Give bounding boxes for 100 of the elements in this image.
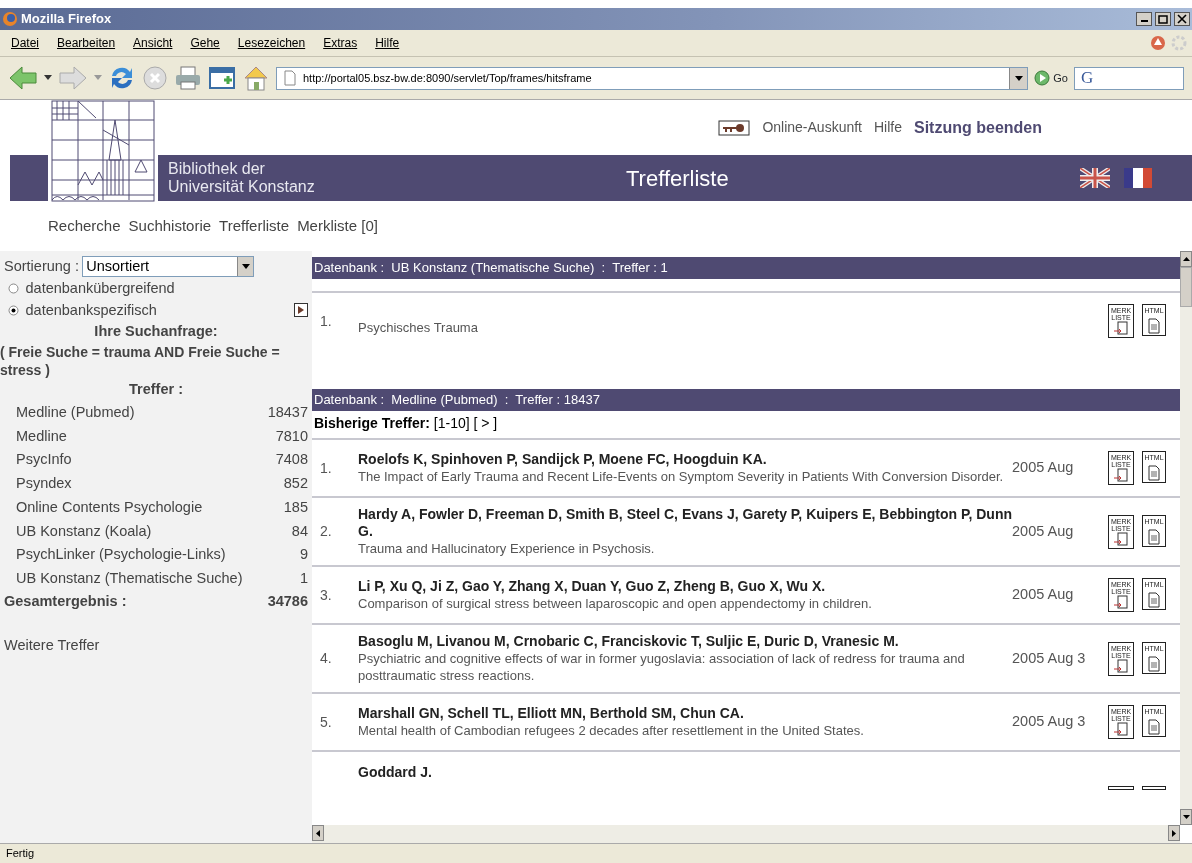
database-link[interactable]: PsycInfo — [16, 449, 72, 471]
more-hits-link[interactable]: Weitere Treffer — [4, 634, 308, 657]
radio-label: datenbankspezifisch — [25, 300, 157, 320]
database-link[interactable]: Medline (Pubmed) — [16, 401, 135, 424]
hit-count: 84 — [291, 521, 308, 541]
nav-link[interactable]: Merkliste [0] — [297, 214, 378, 238]
scroll-down-button[interactable] — [1180, 809, 1192, 825]
radio-button[interactable] — [8, 283, 19, 295]
hit-count: 9 — [299, 545, 308, 565]
new-window-icon[interactable] — [208, 65, 236, 91]
french-flag-icon[interactable] — [1124, 168, 1152, 188]
database-link[interactable]: UB Konstanz (Thematische Suche) — [16, 568, 243, 590]
search-field[interactable]: G — [1074, 66, 1184, 90]
database-link[interactable]: PsychLinker (Psychologie-Links) — [16, 544, 226, 566]
dropdown-caret-icon[interactable] — [44, 75, 52, 81]
query-heading: Ihre Suchanfrage: — [93, 322, 219, 342]
right-arrow-icon — [1172, 829, 1176, 837]
pager-label: Bisherige Treffer: — [314, 415, 430, 431]
pager-link[interactable]: [1-10] [ > ] — [433, 415, 498, 431]
database-header: Datenbank : Medline (Pubmed) : Treffer : 18437 — [312, 389, 1180, 411]
hit-number: 3. — [320, 585, 333, 605]
menu-item[interactable]: Lesezeichen — [228, 34, 315, 52]
hit-date: 2005 Aug — [1012, 585, 1075, 605]
hits-heading: Treffer : — [128, 380, 184, 399]
radio-button[interactable] — [8, 304, 19, 316]
caret-icon — [241, 264, 250, 270]
nav-link[interactable]: Suchhistorie — [128, 214, 212, 238]
hit-number: 1. — [320, 311, 333, 331]
library-name: Universität Konstanz — [168, 178, 316, 196]
hit-date: 2005 Aug — [1012, 458, 1075, 478]
menu-item[interactable]: Hilfe — [366, 34, 409, 52]
menu-item[interactable]: Bearbeiten — [48, 34, 125, 52]
nav-link[interactable]: Trefferliste — [219, 214, 290, 238]
window-title: Mozilla Firefox — [21, 10, 112, 29]
play-button[interactable] — [294, 303, 308, 318]
hit-date: 2005 Aug — [1012, 521, 1075, 541]
header-link[interactable]: Online-Auskunft — [762, 117, 862, 138]
hit-number: 4. — [320, 649, 333, 668]
search-query: ( Freie Suche = trauma AND Freie Suche = stress ) — [0, 343, 281, 379]
go-button[interactable]: Go — [1034, 69, 1068, 87]
hit-count: 1 — [299, 569, 308, 588]
key-icon — [718, 119, 751, 136]
hit-title[interactable]: Comparison of surgical stress between laparoscopic and open appendectomy in children. — [358, 595, 1012, 612]
logo-bar — [10, 155, 48, 201]
menu-item[interactable]: Extras — [314, 34, 367, 52]
close-button[interactable] — [1174, 12, 1190, 26]
hit-count: 852 — [283, 474, 308, 493]
hit-title[interactable]: Trauma and Hallucinatory Experience in Psychosis. — [358, 540, 1012, 557]
back-icon[interactable] — [8, 65, 38, 91]
minimize-icon — [1140, 20, 1148, 22]
database-link[interactable]: Online Contents Psychologie — [16, 496, 203, 519]
hit-title[interactable]: Mental health of Cambodian refugees 2 decades after resettlement in the United States. — [358, 722, 1012, 739]
library-name: Bibliothek der — [168, 160, 266, 178]
total-count: 34786 — [267, 591, 308, 611]
status-text: Fertig — [0, 843, 1192, 863]
hit-authors: Marshall GN, Schell TL, Elliott MN, Berthold SM, Chun CA. — [358, 705, 745, 722]
menu-item[interactable]: Ansicht — [124, 34, 182, 52]
down-arrow-icon — [1182, 815, 1190, 819]
minimize-button[interactable] — [1136, 12, 1152, 26]
page-icon — [283, 70, 297, 86]
close-icon — [1176, 13, 1188, 25]
database-link[interactable]: Psyndex — [16, 473, 72, 495]
address-field[interactable]: http://portal05.bsz-bw.de:8090/servlet/Top/frames/hitsframe — [276, 66, 1029, 90]
printer-icon[interactable] — [174, 65, 202, 91]
left-arrow-icon — [316, 829, 320, 837]
menu-item[interactable]: Datei — [2, 34, 48, 52]
total-label: Gesamtergebnis : — [4, 591, 127, 611]
update-icon[interactable] — [1150, 35, 1166, 51]
database-link[interactable]: UB Konstanz (Koala) — [16, 520, 152, 543]
database-link[interactable]: Medline — [16, 425, 67, 448]
uk-flag-icon[interactable] — [1080, 168, 1110, 188]
radio-label: datenbankübergreifend — [25, 278, 175, 298]
hit-authors: Li P, Xu Q, Ji Z, Gao Y, Zhang X, Duan Y, Guo Z, Zheng B, Guo X, Wu X. — [358, 578, 827, 595]
home-icon[interactable] — [242, 64, 270, 92]
throbber-icon — [1170, 34, 1188, 52]
database-header: Datenbank : UB Konstanz (Thematische Suche) : Treffer : 1 — [312, 257, 1180, 279]
hit-count: 7408 — [275, 450, 308, 470]
scroll-left-button[interactable] — [312, 825, 324, 841]
scroll-right-button[interactable] — [1168, 825, 1180, 841]
hit-title[interactable]: Psychisches Trauma — [358, 306, 1012, 336]
hit-authors: Roelofs K, Spinhoven P, Sandijck P, Moene FC, Hoogduin KA. — [358, 451, 768, 468]
page-title: Trefferliste — [626, 164, 730, 193]
hit-title[interactable]: The Impact of Early Trauma and Recent Life-Events on Symptom Severity in Patients With Conversion Disorder. — [358, 468, 1012, 485]
scroll-up-button[interactable] — [1180, 251, 1192, 267]
hit-authors: Goddard J. — [358, 764, 433, 781]
hit-count: 7810 — [275, 426, 308, 446]
sort-dropdown[interactable]: Unsortiert — [82, 256, 255, 278]
hit-number: 5. — [320, 712, 333, 732]
hit-number: 1. — [320, 458, 333, 478]
menu-item[interactable]: Gehe — [181, 34, 229, 52]
hit-date: 2005 Aug 3 — [1012, 712, 1087, 732]
nav-link[interactable]: Recherche — [48, 214, 121, 238]
hit-title[interactable]: Psychiatric and cognitive effects of war in former yugoslavia: association of lack of redress for trauma and posttraumatic stress reactions. — [358, 650, 1012, 684]
header-link[interactable]: Sitzung beenden — [914, 115, 1042, 140]
hit-count: 18437 — [267, 402, 308, 422]
maximize-button[interactable] — [1155, 12, 1171, 26]
caret-icon — [1014, 75, 1023, 81]
restore-icon — [1157, 13, 1169, 25]
header-link[interactable]: Hilfe — [874, 117, 902, 138]
scrollbar-thumb[interactable] — [1180, 267, 1192, 307]
